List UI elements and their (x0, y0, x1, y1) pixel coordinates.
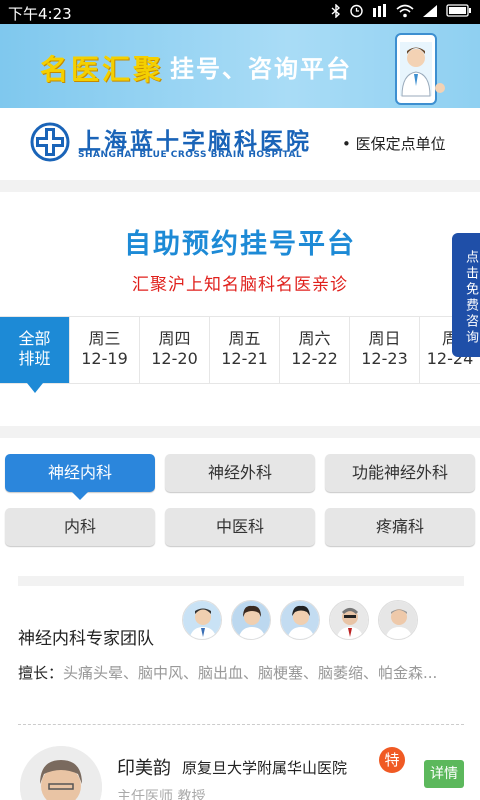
status-bar: 下午4:23 (0, 0, 480, 24)
special-expert-badge: 特 (379, 747, 405, 773)
tab-line1: 全部 (18, 329, 51, 348)
tab-date-12-20[interactable]: 周四 12-20 (140, 317, 210, 383)
dashed-divider (18, 724, 464, 725)
free-consult-button[interactable]: 点击免费咨询 (452, 233, 480, 357)
tab-date: 12-20 (151, 349, 198, 368)
expertise-text: 头痛头晕、脑中风、脑出血、脑梗塞、脑萎缩、帕金森... (63, 664, 438, 682)
avatar[interactable] (231, 600, 271, 640)
dept-pain-button[interactable]: 疼痛科 (325, 508, 475, 546)
team-card-top-bar (18, 576, 464, 586)
banner-subtitle: 挂号、咨询平台 (170, 55, 352, 83)
team-title: 神经内科专家团队 (18, 629, 154, 649)
promo-banner[interactable]: 名医汇聚 挂号、咨询平台 (0, 24, 480, 108)
tab-weekday: 周五 (228, 329, 261, 348)
tab-date-12-19[interactable]: 周三 12-19 (70, 317, 140, 383)
tab-date-12-22[interactable]: 周六 12-22 (280, 317, 350, 383)
doctor-photo[interactable] (20, 746, 102, 800)
tab-date-12-21[interactable]: 周五 12-21 (210, 317, 280, 383)
app-page: 下午4:23 名医汇聚 挂号、咨询平台 上海蓝十字脑科医院 SHANGHAI B… (0, 0, 480, 800)
team-avatars (182, 600, 418, 640)
tab-date: 12-23 (361, 349, 408, 368)
tab-weekday: 周日 (368, 329, 401, 348)
tab-line2: 排班 (18, 349, 51, 368)
team-expertise: 擅长：头痛头晕、脑中风、脑出血、脑梗塞、脑萎缩、帕金森... (18, 660, 448, 687)
dept-tcm-button[interactable]: 中医科 (165, 508, 315, 546)
department-grid: 神经内科 神经外科 功能神经外科 内科 中医科 疼痛科 (5, 454, 475, 546)
tab-date: 12-21 (221, 349, 268, 368)
doctor-hospital: 原复旦大学附属华山医院 (182, 759, 348, 777)
banner-title: 名医汇聚 (40, 53, 165, 86)
doctor-title: 主任医师 教授 (117, 789, 206, 800)
blue-cross-logo-icon (30, 122, 70, 162)
signal-icon (422, 4, 438, 22)
alarm-icon (349, 3, 364, 22)
tab-date: 12-19 (81, 349, 128, 368)
booking-subtitle: 汇聚沪上知名脑科名医亲诊 (132, 275, 348, 295)
section-divider (0, 426, 480, 438)
bluetooth-icon (331, 2, 341, 22)
tab-date: 12-22 (291, 349, 338, 368)
avatar[interactable] (378, 600, 418, 640)
schedule-date-tabs: 全部 排班 周三 12-19 周四 12-20 周五 12-21 周六 12-2… (0, 316, 480, 393)
tab-weekday: 周六 (298, 329, 331, 348)
section-divider (0, 180, 480, 192)
tab-all-schedule[interactable]: 全部 排班 (0, 317, 70, 393)
dept-functional-neurosurgery-button[interactable]: 功能神经外科 (325, 454, 475, 492)
status-time: 下午4:23 (8, 5, 72, 23)
tab-date-12-23[interactable]: 周日 12-23 (350, 317, 420, 383)
avatar[interactable] (280, 600, 320, 640)
doctor-with-phone-illustration (395, 33, 445, 105)
wifi-icon (396, 4, 414, 22)
doctor-detail-button[interactable]: 详情 (424, 760, 464, 788)
hospital-header: 上海蓝十字脑科医院 SHANGHAI BLUE CROSS BRAIN HOSP… (0, 108, 480, 180)
doctor-name: 印美韵 (117, 758, 171, 779)
insurance-note: • 医保定点单位 (342, 135, 446, 153)
hospital-name-en: SHANGHAI BLUE CROSS BRAIN HOSPITAL (78, 150, 303, 160)
hd-icon (372, 3, 388, 22)
booking-title: 自助预约挂号平台 (124, 229, 356, 260)
expertise-label: 擅长： (18, 664, 64, 682)
tab-weekday: 周四 (158, 329, 191, 348)
avatar[interactable] (329, 600, 369, 640)
status-icons (331, 2, 472, 22)
avatar[interactable] (182, 600, 222, 640)
dept-neurosurgery-button[interactable]: 神经外科 (165, 454, 315, 492)
dept-neurology-button[interactable]: 神经内科 (5, 454, 155, 500)
tab-weekday: 周三 (88, 329, 121, 348)
dept-internal-medicine-button[interactable]: 内科 (5, 508, 155, 546)
battery-icon (446, 4, 472, 21)
